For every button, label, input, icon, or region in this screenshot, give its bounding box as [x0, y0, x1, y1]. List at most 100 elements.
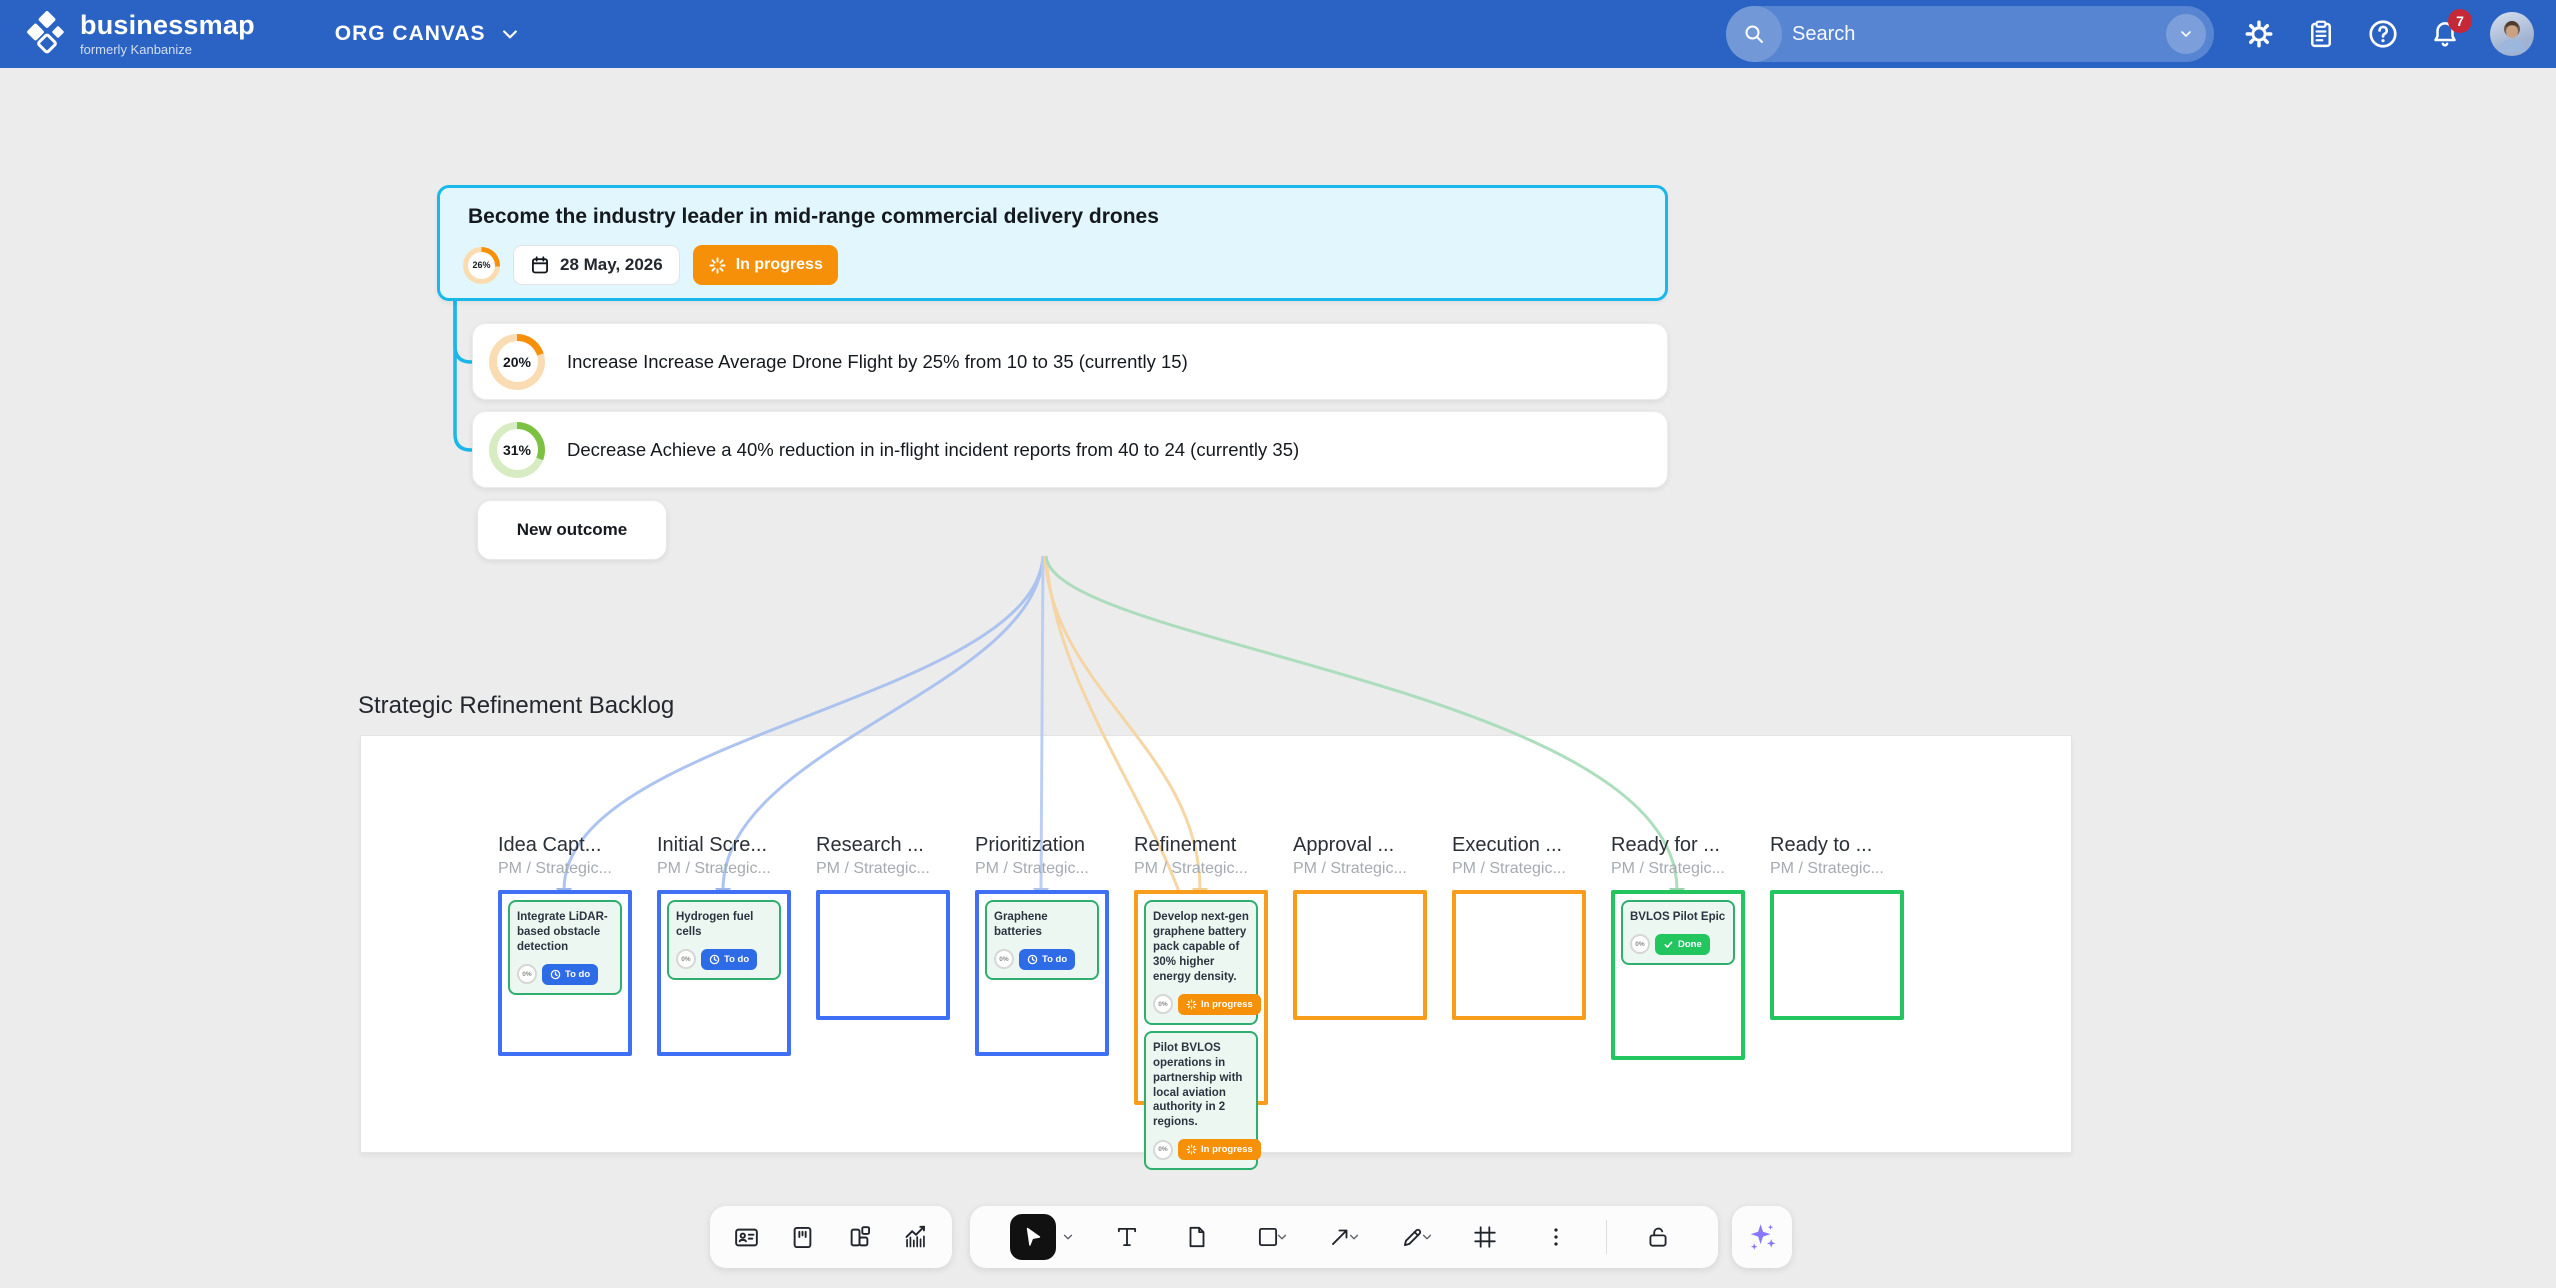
card-status-label: To do: [565, 969, 590, 980]
search-input[interactable]: [1782, 23, 2166, 46]
card-status-badge[interactable]: In progress: [1178, 994, 1261, 1015]
clock-icon: [1027, 954, 1038, 965]
card-progress: 0%: [1630, 934, 1650, 954]
ai-sparkle-icon[interactable]: [1732, 1206, 1792, 1268]
column-box[interactable]: [1452, 890, 1586, 1020]
card-status-badge[interactable]: In progress: [1178, 1139, 1261, 1160]
top-nav-bar: businessmap formerly Kanbanize ORG CANVA…: [0, 0, 2556, 68]
toolbar-tools-group: [970, 1206, 1718, 1268]
column-subtitle: PM / Strategic...: [498, 860, 632, 878]
backlog-card[interactable]: Hydrogen fuel cells0%To do: [667, 900, 781, 980]
chevron-down-icon[interactable]: [1060, 1229, 1076, 1245]
card-status-badge[interactable]: To do: [1019, 949, 1075, 970]
backlog-card[interactable]: Graphene batteries0%To do: [985, 900, 1099, 980]
help-icon[interactable]: [2366, 17, 2400, 51]
backlog-card[interactable]: BVLOS Pilot Epic 0%Done: [1621, 900, 1735, 965]
clipboard-icon[interactable]: [2304, 17, 2338, 51]
card-title: Pilot BVLOS operations in partnership wi…: [1153, 1041, 1249, 1131]
settings-gear-icon[interactable]: [2242, 17, 2276, 51]
column-box[interactable]: Hydrogen fuel cells0%To do: [657, 890, 791, 1056]
backlog-card[interactable]: Develop next-gen graphene battery pack c…: [1144, 900, 1258, 1025]
backlog-column: Ready to ... PM / Strategic...: [1770, 834, 1904, 1020]
avatar[interactable]: [2490, 12, 2534, 56]
outcome-card-2[interactable]: 31% Decrease Achieve a 40% reduction in …: [472, 411, 1668, 488]
card-status-label: To do: [1042, 954, 1067, 965]
card-status-badge[interactable]: To do: [542, 964, 598, 985]
brand-name: businessmap: [80, 12, 255, 39]
column-title: Research ...: [816, 834, 950, 857]
column-box[interactable]: [1770, 890, 1904, 1020]
column-box[interactable]: Graphene batteries0%To do: [975, 890, 1109, 1056]
backlog-card[interactable]: Pilot BVLOS operations in partnership wi…: [1144, 1031, 1258, 1171]
brand-tagline: formerly Kanbanize: [80, 43, 255, 56]
card-status-badge[interactable]: Done: [1655, 934, 1710, 955]
search-icon[interactable]: [1726, 6, 1782, 62]
column-box[interactable]: Develop next-gen graphene battery pack c…: [1134, 890, 1268, 1105]
column-title: Prioritization: [975, 834, 1109, 857]
kanban-board-icon[interactable]: [783, 1217, 823, 1257]
goal-due-date: 28 May, 2026: [560, 255, 663, 275]
column-subtitle: PM / Strategic...: [1770, 860, 1904, 878]
backlog-title: Strategic Refinement Backlog: [358, 692, 674, 720]
search-bar[interactable]: [1726, 6, 2214, 62]
card-title: Develop next-gen graphene battery pack c…: [1153, 910, 1249, 985]
column-subtitle: PM / Strategic...: [1452, 860, 1586, 878]
column-box[interactable]: BVLOS Pilot Epic 0%Done: [1611, 890, 1745, 1060]
backlog-card[interactable]: Integrate LiDAR-based obstacle detection…: [508, 900, 622, 995]
clock-icon: [550, 969, 561, 980]
chevron-down-icon[interactable]: [1419, 1229, 1435, 1245]
blocks-icon[interactable]: [839, 1217, 879, 1257]
card-title: Integrate LiDAR-based obstacle detection: [517, 910, 613, 955]
column-subtitle: PM / Strategic...: [1293, 860, 1427, 878]
in-progress-icon: [1186, 1144, 1197, 1155]
card-progress: 0%: [676, 949, 696, 969]
card-status-label: To do: [724, 954, 749, 965]
goal-card[interactable]: Become the industry leader in mid-range …: [437, 185, 1668, 301]
notification-badge: 7: [2448, 9, 2472, 33]
brand-logo[interactable]: businessmap formerly Kanbanize: [26, 11, 255, 57]
card-template-icon[interactable]: [726, 1217, 766, 1257]
column-box[interactable]: [816, 890, 950, 1020]
bell-icon[interactable]: 7: [2428, 17, 2462, 51]
more-kebab-icon[interactable]: [1536, 1217, 1576, 1257]
toolbar-templates-group: [710, 1206, 952, 1268]
chevron-down-icon: [2178, 26, 2194, 42]
column-box[interactable]: [1293, 890, 1427, 1020]
goal-progress-ring: 26%: [463, 247, 500, 284]
org-canvas-switcher[interactable]: ORG CANVAS: [335, 22, 520, 46]
column-box[interactable]: Integrate LiDAR-based obstacle detection…: [498, 890, 632, 1056]
calendar-icon: [530, 255, 550, 275]
chevron-down-icon[interactable]: [1346, 1229, 1362, 1245]
column-subtitle: PM / Strategic...: [657, 860, 791, 878]
backlog-column: Idea Capt...PM / Strategic...Integrate L…: [498, 834, 632, 1056]
document-icon[interactable]: [1177, 1217, 1217, 1257]
connector-goal-outcome-2: [455, 301, 473, 450]
column-subtitle: PM / Strategic...: [816, 860, 950, 878]
goal-status-badge[interactable]: In progress: [693, 245, 838, 285]
column-title: Refinement: [1134, 834, 1268, 857]
page-title: ORG CANVAS: [335, 22, 486, 46]
text-tool-icon[interactable]: [1107, 1217, 1147, 1257]
check-icon: [1663, 939, 1674, 950]
column-title: Ready to ...: [1770, 834, 1904, 857]
new-outcome-button[interactable]: New outcome: [477, 500, 667, 560]
outcome-progress-ring: 20%: [489, 334, 545, 390]
card-title: BVLOS Pilot Epic: [1630, 910, 1726, 925]
outcome-card-1[interactable]: 20% Increase Increase Average Drone Flig…: [472, 323, 1668, 400]
clock-icon: [709, 954, 720, 965]
column-title: Initial Scre...: [657, 834, 791, 857]
chart-icon[interactable]: [896, 1217, 936, 1257]
select-cursor-icon[interactable]: [1010, 1214, 1056, 1260]
outcome-text: Increase Increase Average Drone Flight b…: [567, 351, 1188, 373]
frame-icon[interactable]: [1465, 1217, 1505, 1257]
toolbar-divider: [1606, 1220, 1607, 1254]
chevron-down-icon: [500, 24, 520, 44]
card-status-badge[interactable]: To do: [701, 949, 757, 970]
column-title: Ready for ...: [1611, 834, 1745, 857]
card-progress: 0%: [517, 964, 537, 984]
chevron-down-icon[interactable]: [1274, 1229, 1290, 1245]
goal-due-date-chip[interactable]: 28 May, 2026: [513, 245, 680, 285]
backlog-column: Initial Scre...PM / Strategic...Hydrogen…: [657, 834, 791, 1056]
unlock-icon[interactable]: [1638, 1217, 1678, 1257]
search-scope-dropdown[interactable]: [2166, 14, 2206, 54]
